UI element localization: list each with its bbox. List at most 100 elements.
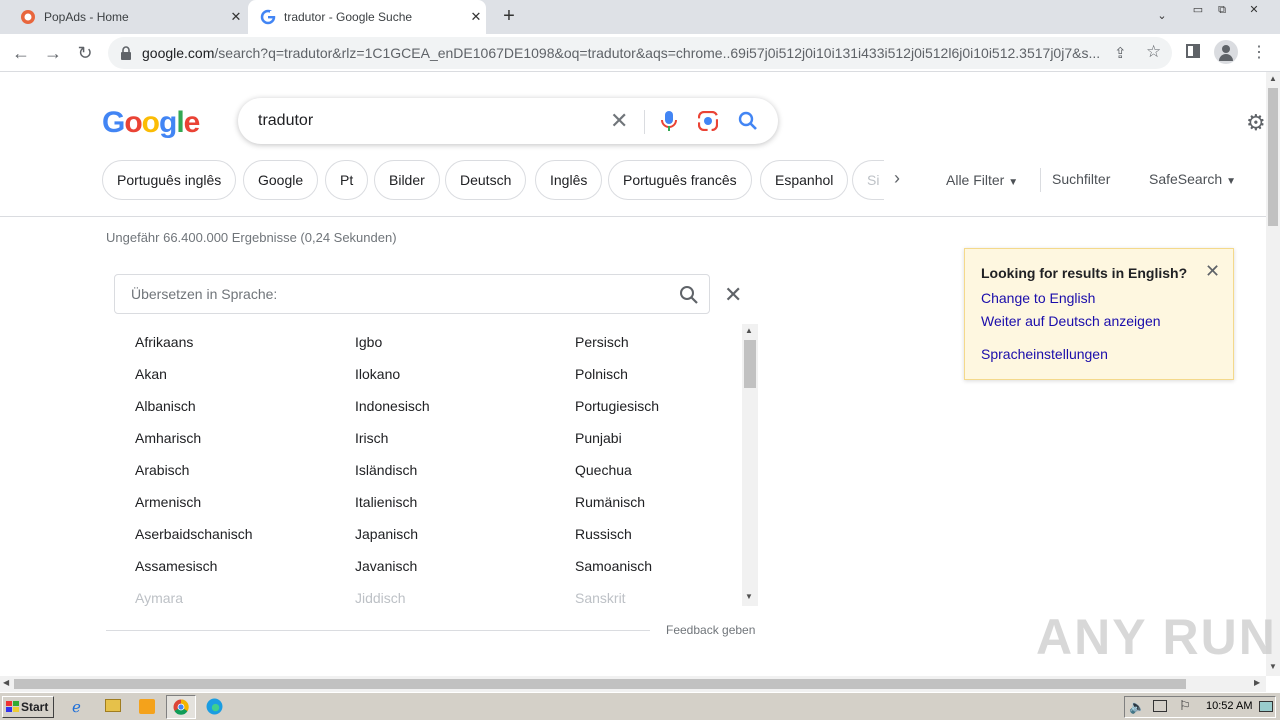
scroll-up-arrow-icon[interactable]: ▲ xyxy=(1269,74,1277,83)
chip-truncated[interactable]: Si xyxy=(852,160,884,200)
language-search-field[interactable]: Übersetzen in Sprache: xyxy=(114,274,710,314)
language-option[interactable]: Sanskrit xyxy=(575,582,795,614)
language-option[interactable]: Isländisch xyxy=(355,454,575,486)
show-desktop-icon[interactable] xyxy=(1259,701,1273,712)
volume-icon[interactable]: 🔈 xyxy=(1129,699,1145,715)
language-option[interactable]: Amharisch xyxy=(135,422,355,454)
scroll-up-arrow-icon[interactable]: ▲ xyxy=(745,326,753,335)
language-option[interactable]: Armenisch xyxy=(135,486,355,518)
continue-german-link[interactable]: Weiter auf Deutsch anzeigen xyxy=(981,313,1161,329)
close-window-button[interactable]: ✕ xyxy=(1240,2,1268,20)
language-column-3: Persisch Polnisch Portugiesisch Punjabi Quec… xyxy=(575,326,795,614)
change-to-english-link[interactable]: Change to English xyxy=(981,290,1095,306)
language-option[interactable]: Russisch xyxy=(575,518,795,550)
forward-arrow-icon[interactable]: → xyxy=(42,42,64,64)
tab-google-search[interactable]: tradutor - Google Suche ✕ xyxy=(248,0,486,34)
language-option[interactable]: Irisch xyxy=(355,422,575,454)
page-vertical-scrollbar[interactable]: ▲ ▼ xyxy=(1266,72,1280,676)
language-option[interactable]: Italienisch xyxy=(355,486,575,518)
share-icon[interactable]: ⇪ xyxy=(1114,44,1127,62)
language-option[interactable]: Akan xyxy=(135,358,355,390)
scrollbar-thumb[interactable] xyxy=(744,340,756,388)
chrome-taskbar-button[interactable] xyxy=(166,695,196,719)
chip-google[interactable]: Google xyxy=(243,160,319,200)
close-notice-icon[interactable]: ✕ xyxy=(1205,261,1220,282)
scrollbar-thumb[interactable] xyxy=(1268,88,1278,226)
close-tab-icon[interactable]: ✕ xyxy=(466,9,486,25)
language-option[interactable]: Quechua xyxy=(575,454,795,486)
windows-logo-icon xyxy=(6,701,19,712)
scroll-right-arrow-icon[interactable]: ▶ xyxy=(1254,678,1260,687)
language-option[interactable]: Ilokano xyxy=(355,358,575,390)
lock-icon xyxy=(121,46,131,60)
new-tab-button[interactable]: + xyxy=(498,6,520,28)
media-player-icon[interactable] xyxy=(139,699,155,714)
chip-portugues-frances[interactable]: Português francês xyxy=(608,160,752,200)
file-explorer-icon[interactable] xyxy=(105,699,121,712)
language-option[interactable]: Punjabi xyxy=(575,422,795,454)
reload-icon[interactable]: ↻ xyxy=(74,42,96,64)
restore-button[interactable]: ⧉ xyxy=(1208,2,1236,20)
clear-search-icon[interactable]: ✕ xyxy=(610,108,628,134)
language-option[interactable]: Igbo xyxy=(355,326,575,358)
tab-popads[interactable]: PopAds - Home ✕ xyxy=(8,0,246,34)
side-panel-icon[interactable] xyxy=(1186,44,1200,58)
start-button[interactable]: Start xyxy=(2,696,54,718)
feedback-link[interactable]: Feedback geben xyxy=(666,623,755,637)
scroll-down-arrow-icon[interactable]: ▼ xyxy=(745,592,753,601)
chip-deutsch[interactable]: Deutsch xyxy=(445,160,527,200)
language-option[interactable]: Javanisch xyxy=(355,550,575,582)
language-option[interactable]: Indonesisch xyxy=(355,390,575,422)
chip-portugues-ingles[interactable]: Português inglês xyxy=(102,160,237,200)
voice-search-mic-icon[interactable] xyxy=(660,110,678,132)
chip-bilder[interactable]: Bilder xyxy=(374,160,440,200)
address-bar[interactable]: google.com/search?q=tradutor&rlz=1C1GCEA… xyxy=(108,37,1172,69)
language-option[interactable]: Aymara xyxy=(135,582,355,614)
menu-kebab-icon[interactable]: ⋮ xyxy=(1248,42,1270,64)
chevron-right-icon[interactable]: › xyxy=(894,168,900,189)
language-option[interactable]: Japanisch xyxy=(355,518,575,550)
search-input[interactable] xyxy=(258,112,588,130)
network-icon[interactable] xyxy=(1153,700,1167,712)
edge-icon[interactable] xyxy=(206,698,223,715)
search-icon[interactable] xyxy=(738,111,758,131)
close-language-picker-icon[interactable]: ✕ xyxy=(724,282,742,308)
chip-espanhol[interactable]: Espanhol xyxy=(760,160,849,200)
scroll-left-arrow-icon[interactable]: ◀ xyxy=(3,678,9,687)
language-option[interactable]: Rumänisch xyxy=(575,486,795,518)
language-settings-link[interactable]: Spracheinstellungen xyxy=(981,346,1108,362)
chip-pt[interactable]: Pt xyxy=(325,160,369,200)
all-filters-label: Alle Filter xyxy=(946,172,1005,188)
chrome-icon xyxy=(173,699,189,715)
tab-search-icon[interactable]: ⌄ xyxy=(1148,8,1176,26)
language-option[interactable]: Aserbaidschanisch xyxy=(135,518,355,550)
language-option[interactable]: Arabisch xyxy=(135,454,355,486)
language-option[interactable]: Samoanisch xyxy=(575,550,795,582)
language-option[interactable]: Afrikaans xyxy=(135,326,355,358)
internet-explorer-icon[interactable]: ℯ xyxy=(72,698,81,716)
close-tab-icon[interactable]: ✕ xyxy=(226,9,246,25)
page-horizontal-scrollbar[interactable]: ◀ ▶ xyxy=(0,676,1266,692)
profile-avatar-icon[interactable] xyxy=(1214,40,1238,64)
language-option[interactable]: Albanisch xyxy=(135,390,355,422)
google-lens-icon[interactable] xyxy=(698,111,718,131)
language-option[interactable]: Persisch xyxy=(575,326,795,358)
chip-ingles[interactable]: Inglês xyxy=(535,160,603,200)
bookmark-star-icon[interactable]: ☆ xyxy=(1146,42,1161,62)
language-option[interactable]: Polnisch xyxy=(575,358,795,390)
language-option[interactable]: Portugiesisch xyxy=(575,390,795,422)
safesearch-dropdown[interactable]: SafeSearch ▼ xyxy=(1149,171,1236,187)
language-option[interactable]: Jiddisch xyxy=(355,582,575,614)
language-list-scrollbar[interactable]: ▲ ▼ xyxy=(742,324,758,606)
flag-icon[interactable]: ⚐ xyxy=(1179,698,1191,714)
back-arrow-icon[interactable]: ← xyxy=(10,42,32,64)
notice-title: Looking for results in English? xyxy=(981,265,1188,281)
google-logo[interactable]: Google xyxy=(102,106,200,140)
language-option[interactable]: Assamesisch xyxy=(135,550,355,582)
all-filters-dropdown[interactable]: Alle Filter ▼ xyxy=(946,172,1018,188)
settings-gear-icon[interactable]: ⚙ xyxy=(1246,110,1266,136)
search-icon[interactable] xyxy=(679,285,699,305)
scrollbar-thumb[interactable] xyxy=(14,679,1186,689)
start-label: Start xyxy=(21,700,49,714)
search-filter-button[interactable]: Suchfilter xyxy=(1052,171,1110,187)
